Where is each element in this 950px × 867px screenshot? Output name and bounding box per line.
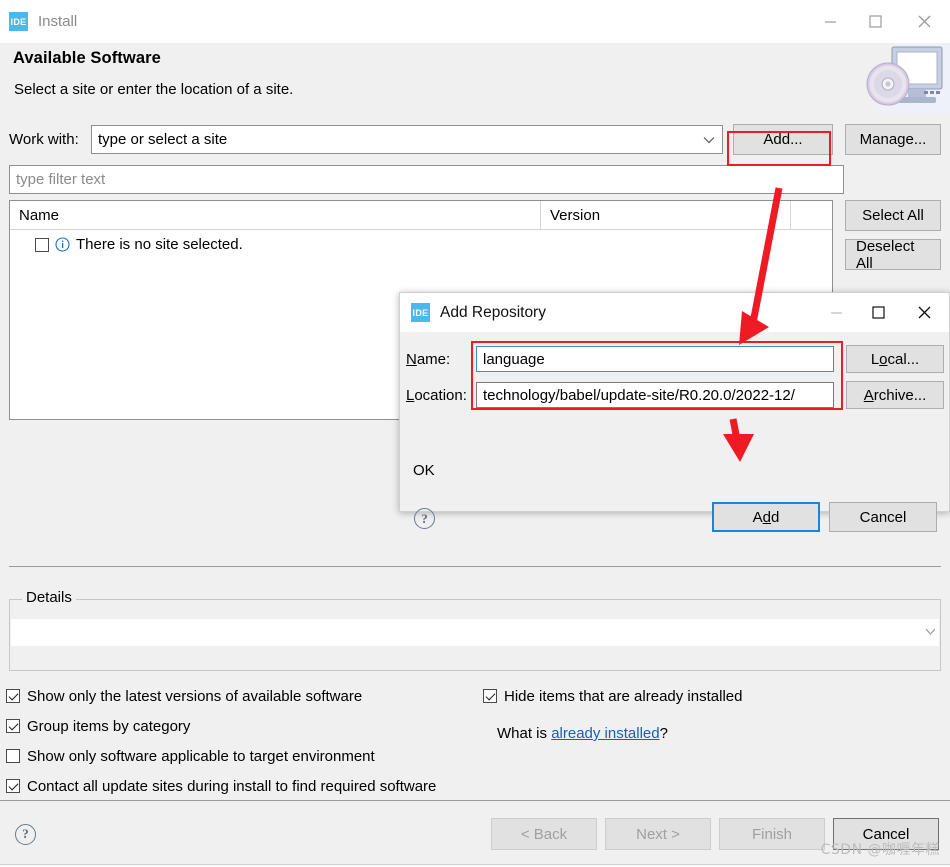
name-label-rest: ame: bbox=[416, 350, 451, 368]
info-icon bbox=[55, 237, 70, 252]
dialog-titlebar: IDE Add Repository bbox=[400, 293, 949, 332]
what-is-prefix: What is bbox=[497, 725, 552, 742]
section-divider bbox=[9, 566, 941, 567]
checkbox-group-by-category[interactable] bbox=[6, 719, 20, 733]
checkbox-latest-versions[interactable] bbox=[6, 689, 20, 703]
local-mnemonic: o bbox=[879, 350, 888, 368]
location-label-rest: ocation: bbox=[414, 386, 467, 404]
dialog-cancel-button[interactable]: Cancel bbox=[829, 502, 937, 532]
page-subtitle: Select a site or enter the location of a… bbox=[14, 81, 294, 98]
work-with-row: Work with: type or select a site Add... … bbox=[9, 123, 941, 156]
option-label: Show only software applicable to target … bbox=[27, 747, 375, 765]
dialog-status-text: OK bbox=[413, 462, 435, 479]
row-label: There is no site selected. bbox=[76, 236, 243, 253]
options-right-column: Hide items that are already installed Wh… bbox=[483, 681, 742, 742]
location-input[interactable]: technology/babel/update-site/R0.20.0/202… bbox=[476, 382, 834, 408]
window-titlebar: IDE Install bbox=[0, 0, 950, 43]
work-with-label: Work with: bbox=[9, 131, 79, 148]
maximize-icon[interactable] bbox=[853, 0, 898, 43]
manage-sites-button[interactable]: Manage... bbox=[845, 124, 941, 155]
row-checkbox[interactable] bbox=[35, 237, 49, 252]
option-hide-installed[interactable]: Hide items that are already installed bbox=[483, 681, 742, 711]
close-icon[interactable] bbox=[899, 293, 949, 332]
option-label: Contact all update sites during install … bbox=[27, 777, 437, 795]
scrollbar-down-icon[interactable] bbox=[924, 622, 937, 642]
name-input[interactable]: language bbox=[476, 346, 834, 372]
dialog-window-controls bbox=[815, 293, 949, 332]
option-target-environment[interactable]: Show only software applicable to target … bbox=[6, 741, 946, 771]
archive-mnemonic: A bbox=[863, 386, 874, 404]
location-row: Location: technology/babel/update-site/R… bbox=[400, 380, 949, 410]
option-label: Group items by category bbox=[27, 717, 191, 735]
filter-input[interactable]: type filter text bbox=[9, 165, 844, 194]
help-icon[interactable]: ? bbox=[15, 823, 36, 845]
back-button[interactable]: < Back bbox=[491, 818, 597, 850]
add-repository-dialog: IDE Add Repository Name: language Lo cal.… bbox=[399, 292, 950, 532]
details-group: Details bbox=[9, 589, 941, 671]
details-text[interactable] bbox=[11, 619, 939, 646]
close-icon[interactable] bbox=[898, 0, 950, 43]
name-row: Name: language Lo cal... bbox=[400, 344, 949, 374]
option-contact-update-sites[interactable]: Contact all update sites during install … bbox=[6, 771, 946, 801]
ide-app-icon: IDE bbox=[9, 12, 28, 31]
page-title: Available Software bbox=[13, 49, 161, 67]
column-header-name[interactable]: Name bbox=[10, 207, 540, 224]
watermark: CSDN @咖喱年糕 bbox=[820, 842, 940, 858]
wizard-footer: ? < Back Next > Finish Cancel bbox=[0, 801, 950, 867]
local-post: cal... bbox=[887, 350, 920, 368]
column-header-version[interactable]: Version bbox=[540, 201, 790, 230]
add-mnemonic: d bbox=[762, 508, 771, 526]
page-header: Available Software Select a site or ente… bbox=[0, 41, 950, 118]
checkbox-contact-update-sites[interactable] bbox=[6, 779, 20, 793]
dialog-title: Add Repository bbox=[440, 303, 546, 321]
select-all-button[interactable]: Select All bbox=[845, 200, 941, 231]
option-label: Show only the latest versions of availab… bbox=[27, 687, 363, 705]
name-label-mnemonic: N bbox=[406, 350, 417, 368]
option-label: Hide items that are already installed bbox=[504, 687, 743, 705]
local-pre: L bbox=[870, 350, 880, 368]
option-group-by-category[interactable]: Group items by category bbox=[6, 711, 946, 741]
dialog-add-button[interactable]: Add bbox=[712, 502, 820, 532]
window-controls bbox=[808, 0, 950, 43]
archive-button[interactable]: Archive... bbox=[846, 381, 944, 409]
add-repository-button[interactable]: Add... bbox=[733, 124, 833, 155]
options-section: Show only the latest versions of availab… bbox=[6, 681, 946, 801]
what-is-installed-text: What is already installed? bbox=[497, 725, 742, 742]
work-with-combo[interactable]: type or select a site bbox=[91, 125, 723, 154]
option-latest-versions[interactable]: Show only the latest versions of availab… bbox=[6, 681, 946, 711]
deselect-all-button[interactable]: Deselect All bbox=[845, 238, 941, 272]
checkbox-target-environment[interactable] bbox=[6, 749, 20, 763]
table-header-row: Name Version bbox=[10, 201, 832, 230]
column-header-spacer bbox=[790, 201, 832, 230]
checkbox-hide-installed[interactable] bbox=[483, 689, 497, 703]
already-installed-link[interactable]: already installed bbox=[551, 725, 659, 742]
minimize-icon[interactable] bbox=[808, 0, 853, 43]
help-icon[interactable]: ? bbox=[414, 508, 435, 529]
maximize-icon[interactable] bbox=[857, 293, 899, 332]
table-row[interactable]: There is no site selected. bbox=[10, 230, 832, 253]
archive-rest: rchive... bbox=[873, 386, 927, 404]
dialog-body: Name: language Lo cal... Location: techno… bbox=[400, 344, 949, 532]
finish-button[interactable]: Finish bbox=[719, 818, 825, 850]
add-pre: A bbox=[752, 508, 763, 526]
what-is-suffix: ? bbox=[659, 725, 668, 742]
work-with-value: type or select a site bbox=[98, 131, 228, 148]
dialog-actions: Add Cancel bbox=[712, 502, 937, 532]
window-title: Install bbox=[38, 13, 78, 30]
name-label: Name: bbox=[406, 351, 476, 368]
chevron-down-icon[interactable] bbox=[703, 131, 715, 148]
add-post: d bbox=[771, 508, 780, 526]
minimize-icon[interactable] bbox=[815, 293, 857, 332]
local-button[interactable]: Lo cal... bbox=[846, 345, 944, 373]
details-legend: Details bbox=[22, 589, 76, 606]
ide-app-icon: IDE bbox=[411, 303, 430, 322]
computer-disc-icon bbox=[858, 35, 950, 119]
location-label: Location: bbox=[406, 387, 476, 404]
next-button[interactable]: Next > bbox=[605, 818, 711, 850]
